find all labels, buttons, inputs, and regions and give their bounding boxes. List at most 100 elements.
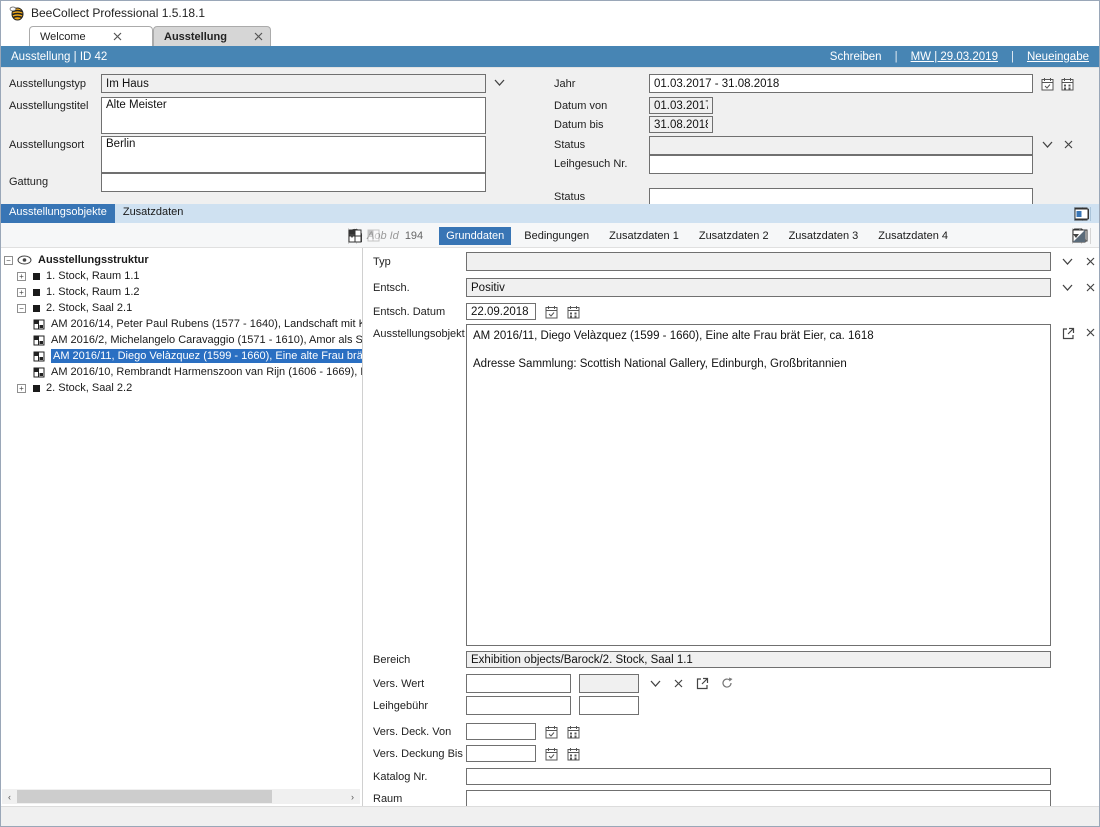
card-icon[interactable] [1074,208,1089,220]
vers-deck-von-field[interactable] [466,723,536,740]
tree-branch-saal21[interactable]: − 2. Stock, Saal 2.1 [1,300,362,316]
tree-item-label[interactable]: AM 2016/14, Peter Paul Rubens (1577 - 16… [51,318,362,330]
entsch-datum-calendar-icon[interactable] [567,305,580,319]
tree-item-label[interactable]: AM 2016/11, Diego Velàzquez (1599 - 1660… [51,349,362,363]
jahr-datepicker-icon[interactable] [1041,77,1054,91]
typ-clear-icon[interactable] [1085,256,1096,267]
vers-deckung-bis-datepicker-icon[interactable] [545,747,558,761]
tree-root[interactable]: − Ausstellungsstruktur [1,252,362,268]
header-divider: | [895,51,898,63]
jahr-calendar-icon[interactable] [1061,77,1074,91]
object-detail-panel: Typ Entsch. Entsch. Datum Ausstellungsob… [363,248,1100,806]
ausstellungsobjekt-field[interactable]: AM 2016/11, Diego Velàzquez (1599 - 1660… [466,324,1051,646]
view-grid-caret-icon[interactable] [348,233,356,239]
leihgebuehr-field[interactable] [466,696,571,715]
artwork-card-icon [33,367,45,378]
tree-branch-label[interactable]: 1. Stock, Raum 1.1 [46,270,140,282]
raum-field[interactable] [466,790,1051,807]
ausstellungstitel-field[interactable]: Alte Meister [101,97,486,134]
tree-item-label[interactable]: AM 2016/10, Rembrandt Harmenszoon van Ri… [51,366,362,378]
vers-wert-dropdown-icon[interactable] [649,679,662,688]
vers-wert-refresh-icon[interactable] [720,676,734,690]
tree-branch-raum12[interactable]: + 1. Stock, Raum 1.2 [1,284,362,300]
vers-wert-currency-field[interactable] [579,674,639,693]
scrollbar-thumb[interactable] [17,790,272,803]
tree-branch-label[interactable]: 2. Stock, Saal 2.1 [46,302,132,314]
typ-dropdown-icon[interactable] [1061,257,1074,266]
tab-grunddaten[interactable]: Grunddaten [439,227,511,245]
tree-item-am2016-11-selected[interactable]: AM 2016/11, Diego Velàzquez (1599 - 1660… [1,348,362,364]
expand-expander-icon[interactable]: + [17,384,26,393]
new-entry-link[interactable]: Neueingabe [1027,51,1089,63]
user-date-link[interactable]: MW | 29.03.2019 [911,51,998,63]
tab-zusatzdaten-1[interactable]: Zusatzdaten 1 [602,227,686,245]
leihgebuehr-currency-field[interactable] [579,696,639,715]
tree-item-am2016-10[interactable]: AM 2016/10, Rembrandt Harmenszoon van Ri… [1,364,362,380]
leihgesuch-field[interactable] [649,155,1033,174]
katalog-field[interactable] [466,768,1051,785]
vers-wert-field[interactable] [466,674,571,693]
tab-zusatzdaten-3[interactable]: Zusatzdaten 3 [782,227,866,245]
vers-wert-clear-icon[interactable] [673,678,684,689]
status1-dropdown-icon[interactable] [1041,140,1054,149]
entsch-field[interactable] [466,278,1051,297]
tree-branch-label[interactable]: 1. Stock, Raum 1.2 [46,286,140,298]
expand-expander-icon[interactable]: + [17,288,26,297]
document-tabs: Welcome Ausstellung [1,25,1099,46]
filter-caret-icon[interactable] [1072,233,1080,239]
ausstellungstyp-dropdown-icon[interactable] [493,78,506,87]
ausstellungsort-field[interactable]: Berlin [101,136,486,173]
tree-item-label[interactable]: AM 2016/2, Michelangelo Caravaggio (1571… [51,334,362,346]
mode-indicator[interactable]: Schreiben [830,51,882,63]
tree-root-label[interactable]: Ausstellungsstruktur [38,254,149,266]
status1-label: Status [554,139,585,151]
entsch-datum-field[interactable] [466,303,536,320]
tab-bedingungen[interactable]: Bedingungen [517,227,596,245]
vers-deckung-bis-field[interactable] [466,745,536,762]
scroll-left-arrow[interactable]: ‹ [2,792,17,802]
vers-wert-open-icon[interactable] [695,676,710,691]
vers-deck-von-calendar-icon[interactable] [567,725,580,739]
collapse-expander-icon[interactable]: − [4,256,13,265]
scroll-right-arrow[interactable]: › [345,792,360,802]
vers-deck-von-datepicker-icon[interactable] [545,725,558,739]
typ-field[interactable] [466,252,1051,271]
datum-von-field[interactable] [649,97,713,114]
tree-item-am2016-14[interactable]: AM 2016/14, Peter Paul Rubens (1577 - 16… [1,316,362,332]
gattung-field[interactable] [101,173,486,192]
status1-field[interactable] [649,136,1033,155]
tree-branch-raum11[interactable]: + 1. Stock, Raum 1.1 [1,268,362,284]
tab-zusatzdaten-4[interactable]: Zusatzdaten 4 [871,227,955,245]
objekt-clear-icon[interactable] [1085,327,1096,338]
objekt-open-icon[interactable] [1061,326,1076,341]
datum-bis-field[interactable] [649,116,713,133]
detail-header: Aob Id 194 Grunddaten Bedingungen Zusatz… [367,223,955,248]
tree-branch-label[interactable]: 2. Stock, Saal 2.2 [46,382,132,394]
leihgesuch-label: Leihgesuch Nr. [554,158,627,170]
entsch-dropdown-icon[interactable] [1061,283,1074,292]
jahr-field[interactable] [649,74,1033,93]
tab-ausstellungsobjekte[interactable]: Ausstellungsobjekte [1,204,115,223]
vers-deckung-bis-label: Vers. Deckung Bis [373,748,463,760]
tab-zusatzdaten[interactable]: Zusatzdaten [115,204,192,223]
tab-welcome[interactable]: Welcome [29,26,153,46]
tab-ausstellung[interactable]: Ausstellung [153,26,271,46]
expand-expander-icon[interactable]: + [17,272,26,281]
entsch-label: Entsch. [373,282,410,294]
tree-horizontal-scrollbar[interactable]: ‹ › [2,789,360,804]
status1-clear-icon[interactable] [1063,139,1074,150]
collapse-expander-icon[interactable]: − [17,304,26,313]
tab-welcome-close-icon[interactable] [112,31,123,42]
ausstellungstyp-field[interactable] [101,74,486,93]
tree-branch-saal22[interactable]: + 2. Stock, Saal 2.2 [1,380,362,396]
raum-label: Raum [373,793,402,805]
entsch-clear-icon[interactable] [1085,282,1096,293]
tab-zusatzdaten-2[interactable]: Zusatzdaten 2 [692,227,776,245]
tab-ausstellung-close-icon[interactable] [253,31,264,42]
scrollbar-track[interactable] [17,789,345,804]
entsch-datum-datepicker-icon[interactable] [545,305,558,319]
tree-item-am2016-2[interactable]: AM 2016/2, Michelangelo Caravaggio (1571… [1,332,362,348]
content-area: − Ausstellungsstruktur + 1. Stock, Raum … [1,248,1099,806]
bereich-field[interactable] [466,651,1051,668]
vers-deckung-bis-calendar-icon[interactable] [567,747,580,761]
